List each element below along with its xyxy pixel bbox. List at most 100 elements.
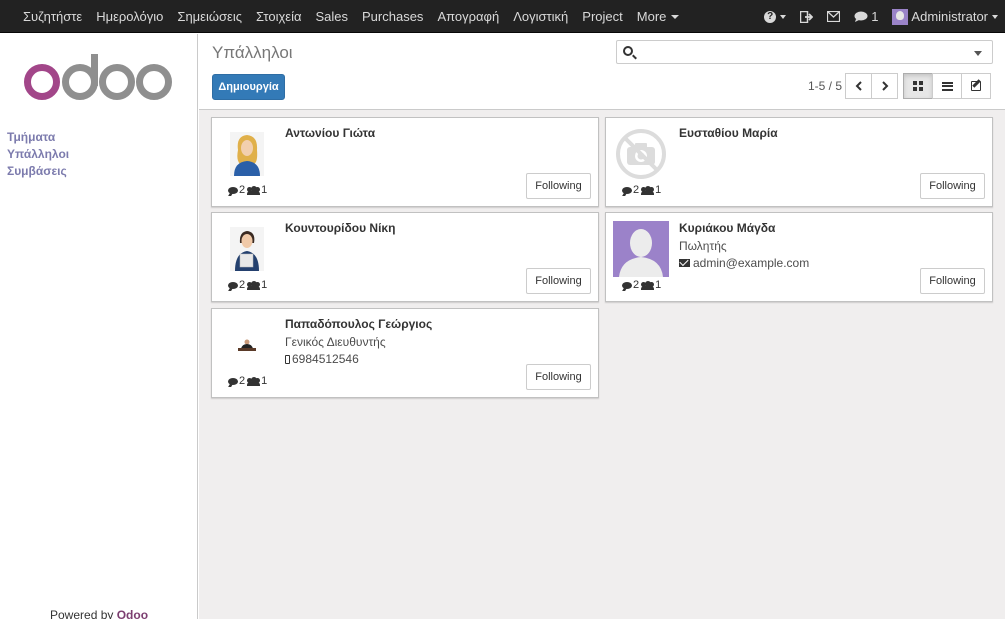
odoo-logo	[24, 54, 172, 100]
users-icon	[247, 185, 261, 195]
sidebar-item-employees[interactable]: Υπάλληλοι	[7, 146, 69, 163]
menu-calendar[interactable]: Ημερολόγιο	[89, 0, 170, 33]
chevron-down-icon	[671, 15, 680, 20]
control-panel: Υπάλληλοι Δημιουργία 1-5 / 5	[199, 34, 1005, 110]
search-input[interactable]	[616, 40, 993, 64]
kanban-view-button[interactable]	[903, 73, 933, 99]
employee-job-title: Γενικός Διευθυντής	[285, 335, 386, 349]
woman-files-photo	[230, 227, 264, 271]
systray: ? 1 Administrator	[757, 0, 1005, 33]
employee-card[interactable]: Κυριάκου Μάγδα Πωλητής admin@example.com…	[605, 212, 993, 302]
menu-purchases[interactable]: Purchases	[355, 0, 430, 33]
employee-photo	[613, 126, 669, 182]
man-desk-photo	[237, 338, 257, 352]
user-menu[interactable]: Administrator	[885, 0, 1005, 33]
chevron-down-icon	[992, 14, 998, 19]
help-menu[interactable]: ?	[757, 0, 793, 33]
comments-icon	[228, 186, 238, 194]
sidebar-item-departments[interactable]: Τμήματα	[7, 129, 69, 146]
comments-icon	[622, 186, 632, 194]
menu-contacts[interactable]: Στοιχεία	[249, 0, 309, 33]
woman-blonde-photo	[230, 132, 264, 176]
employee-name[interactable]: Κουντουρίδου Νίκη	[285, 221, 395, 235]
menu-more-label: More	[636, 8, 667, 24]
pager-previous[interactable]	[845, 73, 872, 99]
users-icon	[641, 185, 655, 195]
chat-count: 1	[871, 9, 879, 24]
search-options-toggle[interactable]	[974, 51, 982, 56]
pager-next[interactable]	[871, 73, 898, 99]
menu-notes[interactable]: Σημειώσεις	[170, 0, 249, 33]
sign-out-icon	[800, 10, 814, 23]
search-icon	[623, 46, 633, 56]
employee-stats: 2 1	[228, 184, 267, 196]
chat-button[interactable]: 1	[847, 0, 885, 33]
followers-count: 1	[261, 279, 268, 291]
menu-discuss[interactable]: Συζητήστε	[16, 0, 89, 33]
no-photo-placeholder	[616, 129, 666, 179]
employee-name[interactable]: Αντωνίου Γιώτα	[285, 126, 375, 140]
followers-count: 1	[655, 279, 662, 291]
default-avatar	[613, 221, 669, 277]
question-circle-icon: ?	[764, 10, 777, 23]
user-name: Administrator	[911, 9, 988, 24]
employee-phone[interactable]: 6984512546	[285, 352, 359, 366]
logout-button[interactable]	[793, 0, 820, 33]
edit-icon	[971, 81, 981, 91]
employee-card[interactable]: Ευσταθίου Μαρία 2 1 Following	[605, 117, 993, 207]
list-icon	[941, 81, 953, 91]
form-view-button[interactable]	[961, 73, 991, 99]
pager-value[interactable]: 1-5 / 5	[808, 79, 842, 93]
kanban-view: Αντωνίου Γιώτα 2 1 Following Ευσταθίου Μ…	[199, 110, 1005, 619]
sidebar: Τμήματα Υπάλληλοι Συμβάσεις Powered by O…	[0, 34, 198, 619]
sidebar-item-contracts[interactable]: Συμβάσεις	[7, 163, 69, 180]
th-large-icon	[913, 81, 923, 91]
employee-card[interactable]: Αντωνίου Γιώτα 2 1 Following	[211, 117, 599, 207]
following-button[interactable]: Following	[526, 173, 591, 199]
menu-more[interactable]: More	[630, 0, 687, 33]
employee-card[interactable]: Κουντουρίδου Νίκη 2 1 Following	[211, 212, 599, 302]
chevron-down-icon	[780, 14, 787, 19]
pager-buttons	[845, 73, 898, 99]
employee-phone-value: 6984512546	[292, 352, 359, 366]
messages-count: 2	[239, 279, 246, 291]
employee-name[interactable]: Παπαδόπουλος Γεώργιος	[285, 317, 432, 331]
employee-photo	[613, 221, 669, 277]
users-icon	[641, 280, 655, 290]
list-view-button[interactable]	[932, 73, 962, 99]
employee-card[interactable]: Παπαδόπουλος Γεώργιος Γενικός Διευθυντής…	[211, 308, 599, 398]
envelope-icon	[679, 259, 690, 267]
powered-by-link[interactable]: Odoo	[117, 608, 148, 619]
powered-by: Powered by Odoo	[50, 608, 148, 619]
employee-stats: 2 1	[622, 184, 661, 196]
messages-count: 2	[239, 184, 246, 196]
menu-accounting[interactable]: Λογιστική	[506, 0, 575, 33]
following-button[interactable]: Following	[920, 173, 985, 199]
menu-inventory[interactable]: Απογραφή	[430, 0, 506, 33]
comment-icon	[854, 11, 868, 22]
employee-email[interactable]: admin@example.com	[679, 256, 809, 270]
comments-icon	[228, 281, 238, 289]
employee-email-value: admin@example.com	[693, 256, 810, 270]
employee-photo	[219, 126, 275, 182]
following-button[interactable]: Following	[526, 268, 591, 294]
following-button[interactable]: Following	[526, 364, 591, 390]
app-menu: Συζητήστε Ημερολόγιο Σημειώσεις Στοιχεία…	[0, 0, 686, 33]
following-button[interactable]: Following	[920, 268, 985, 294]
messages-count: 2	[239, 375, 246, 387]
followers-count: 1	[261, 184, 268, 196]
create-button[interactable]: Δημιουργία	[212, 74, 285, 100]
menu-sales[interactable]: Sales	[308, 0, 355, 33]
messages-count: 2	[633, 184, 640, 196]
menu-project[interactable]: Project	[575, 0, 629, 33]
page-title: Υπάλληλοι	[212, 43, 293, 62]
followers-count: 1	[655, 184, 662, 196]
users-icon	[247, 376, 261, 386]
comments-icon	[622, 281, 632, 289]
chevron-left-icon	[855, 81, 862, 91]
employee-name[interactable]: Ευσταθίου Μαρία	[679, 126, 778, 140]
employee-name[interactable]: Κυριάκου Μάγδα	[679, 221, 775, 235]
employee-stats: 2 1	[622, 279, 661, 291]
inbox-button[interactable]	[820, 0, 847, 33]
followers-count: 1	[261, 375, 268, 387]
